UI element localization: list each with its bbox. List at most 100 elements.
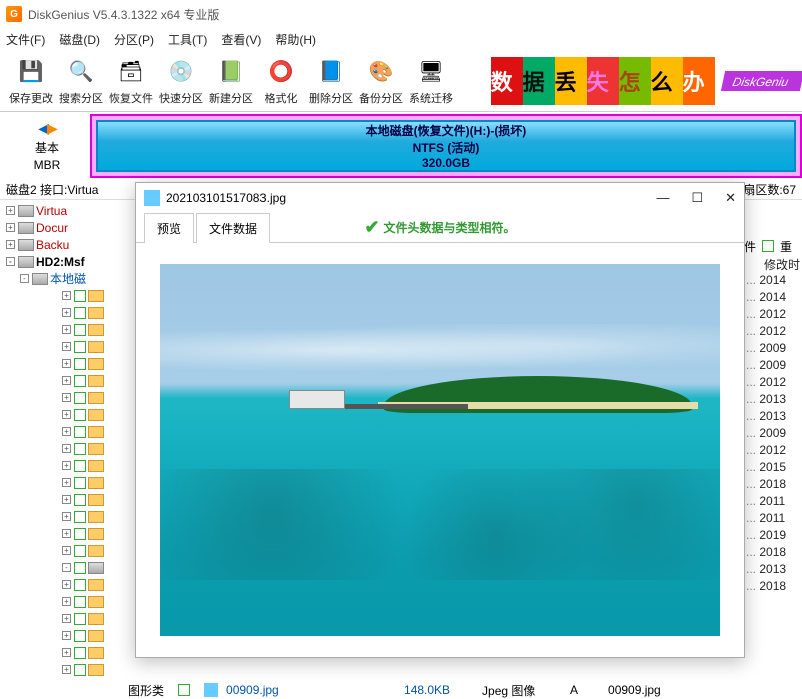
toolbar: 💾保存更改 🔍搜索分区 🗃恢复文件 💿快速分区 📗新建分区 ⭕格式化 📘删除分区… — [0, 50, 802, 112]
tree-subitem[interactable]: + — [4, 474, 130, 491]
close-button[interactable]: ✕ — [725, 190, 736, 206]
file-date-cell: ... 2018 — [744, 579, 802, 596]
select-all-checkbox[interactable] — [762, 240, 774, 252]
file-date-cell: ... 2018 — [744, 477, 802, 494]
file-date-cell: ... 2019 — [744, 528, 802, 545]
file-date-cell: ... 2009 — [744, 358, 802, 375]
tree-subitem[interactable]: + — [4, 440, 130, 457]
menu-disk[interactable]: 磁盘(D) — [59, 31, 100, 48]
disk-icon: 💿 — [165, 56, 197, 88]
tree-subitem[interactable]: + — [4, 644, 130, 661]
file-date-cell: ... 2011 — [744, 494, 802, 511]
tree-subitem[interactable]: + — [4, 372, 130, 389]
file-type: Jpeg 图像 — [482, 682, 562, 699]
tree-item[interactable]: +Virtua — [4, 202, 130, 219]
tree-item[interactable]: +Docur — [4, 219, 130, 236]
tree-subitem[interactable]: + — [4, 661, 130, 678]
backup-icon: 🎨 — [365, 56, 397, 88]
image-file-icon — [144, 190, 160, 206]
search-icon: 🔍 — [65, 56, 97, 88]
tb-save[interactable]: 💾保存更改 — [6, 56, 56, 106]
file-date-cell: ... 2012 — [744, 375, 802, 392]
tree-subitem[interactable]: + — [4, 525, 130, 542]
minimize-button[interactable]: ― — [656, 190, 669, 206]
row-checkbox[interactable] — [178, 684, 190, 696]
title-bar: G DiskGenius V5.4.3.1322 x64 专业版 — [0, 0, 802, 28]
tree-subitem[interactable]: + — [4, 338, 130, 355]
preview-filename: 20210310151708З.jpg — [166, 191, 286, 205]
tree-panel: +Virtua+Docur+Backu-HD2:Msf-本地磁+++++++++… — [0, 200, 130, 680]
file-attr: A — [570, 683, 600, 697]
mbr-label: MBR — [34, 158, 61, 172]
app-title: DiskGenius V5.4.3.1322 x64 专业版 — [28, 6, 219, 23]
tree-subitem[interactable]: + — [4, 304, 130, 321]
tb-quick-part[interactable]: 💿快速分区 — [156, 56, 206, 106]
format-icon: ⭕ — [265, 56, 297, 88]
tb-backup[interactable]: 🎨备份分区 — [356, 56, 406, 106]
menu-partition[interactable]: 分区(P) — [114, 31, 154, 48]
tb-format[interactable]: ⭕格式化 — [256, 56, 306, 106]
tb-recover[interactable]: 🗃恢复文件 — [106, 56, 156, 106]
col-modified: 修改时 — [744, 256, 802, 273]
tb-new-part[interactable]: 📗新建分区 — [206, 56, 256, 106]
file-date-cell: ... 2013 — [744, 562, 802, 579]
tree-subitem[interactable]: + — [4, 678, 130, 680]
tree-subitem[interactable]: + — [4, 355, 130, 372]
tree-subitem[interactable]: + — [4, 576, 130, 593]
tree-subitem[interactable]: + — [4, 491, 130, 508]
migrate-icon: 🖥 — [415, 56, 447, 88]
tree-subitem[interactable]: + — [4, 593, 130, 610]
disk-map-area: ◀▶ 基本 MBR 本地磁盘(恢复文件)(H:)-(损坏) NTFS (活动) … — [0, 112, 802, 180]
menu-view[interactable]: 查看(V) — [221, 31, 261, 48]
tree-subitem[interactable]: + — [4, 508, 130, 525]
file-name: 00909.jpg — [226, 683, 396, 697]
tb-delete[interactable]: 📘删除分区 — [306, 56, 356, 106]
jpg-icon — [204, 683, 218, 697]
file-date-cell: ... 2014 — [744, 273, 802, 290]
tree-subitem[interactable]: + — [4, 457, 130, 474]
basic-label: 基本 — [35, 139, 59, 156]
tree-item[interactable]: -HD2:Msf — [4, 253, 130, 270]
tree-subitem[interactable]: + — [4, 542, 130, 559]
tab-preview[interactable]: 预览 — [144, 213, 194, 243]
partition-block[interactable]: 本地磁盘(恢复文件)(H:)-(损坏) NTFS (活动) 320.0GB — [96, 120, 796, 172]
preview-titlebar[interactable]: 20210310151708З.jpg ― ☐ ✕ — [136, 183, 744, 213]
file-date-cell: ... 2015 — [744, 460, 802, 477]
tree-subitem[interactable]: + — [4, 610, 130, 627]
header-match-message: ✔ 文件头数据与类型相符。 — [364, 217, 515, 238]
file-name2: 00909.jpg — [608, 683, 661, 697]
tree-subitem[interactable]: - — [4, 559, 130, 576]
app-icon: G — [6, 6, 22, 22]
recover-icon: 🗃 — [115, 56, 147, 88]
nav-arrows[interactable]: ◀▶ — [38, 120, 56, 137]
menu-help[interactable]: 帮助(H) — [275, 31, 316, 48]
file-date-cell: ... 2011 — [744, 511, 802, 528]
menu-tools[interactable]: 工具(T) — [168, 31, 207, 48]
tree-item[interactable]: -本地磁 — [4, 270, 130, 287]
tree-subitem[interactable]: + — [4, 389, 130, 406]
tab-filedata[interactable]: 文件数据 — [196, 213, 270, 243]
tree-item[interactable]: +Backu — [4, 236, 130, 253]
file-date-cell: ... 2009 — [744, 341, 802, 358]
file-date-cell: ... 2013 — [744, 409, 802, 426]
tree-subitem[interactable]: + — [4, 321, 130, 338]
file-date-cell: ... 2012 — [744, 324, 802, 341]
file-list-header: 件 重 — [744, 236, 802, 256]
preview-body — [136, 243, 744, 657]
tree-subitem[interactable]: + — [4, 406, 130, 423]
file-size: 148.0KB — [404, 683, 474, 697]
file-date-cell: ... 2013 — [744, 392, 802, 409]
file-date-cell: ... 2012 — [744, 307, 802, 324]
menu-file[interactable]: 文件(F) — [6, 31, 45, 48]
tb-search-part[interactable]: 🔍搜索分区 — [56, 56, 106, 106]
maximize-button[interactable]: ☐ — [691, 190, 703, 206]
tb-migrate[interactable]: 🖥系统迁移 — [406, 56, 456, 106]
file-row-visible[interactable]: 图形类 00909.jpg 148.0KB Jpeg 图像 A 00909.jp… — [128, 681, 768, 699]
tree-subitem[interactable]: + — [4, 423, 130, 440]
tree-subitem[interactable]: + — [4, 287, 130, 304]
file-date-cell: ... 2018 — [744, 545, 802, 562]
disk-basic-col: ◀▶ 基本 MBR — [4, 114, 90, 178]
file-date-cell: ... 2014 — [744, 290, 802, 307]
disk-bar[interactable]: 本地磁盘(恢复文件)(H:)-(损坏) NTFS (活动) 320.0GB — [90, 114, 802, 178]
tree-subitem[interactable]: + — [4, 627, 130, 644]
